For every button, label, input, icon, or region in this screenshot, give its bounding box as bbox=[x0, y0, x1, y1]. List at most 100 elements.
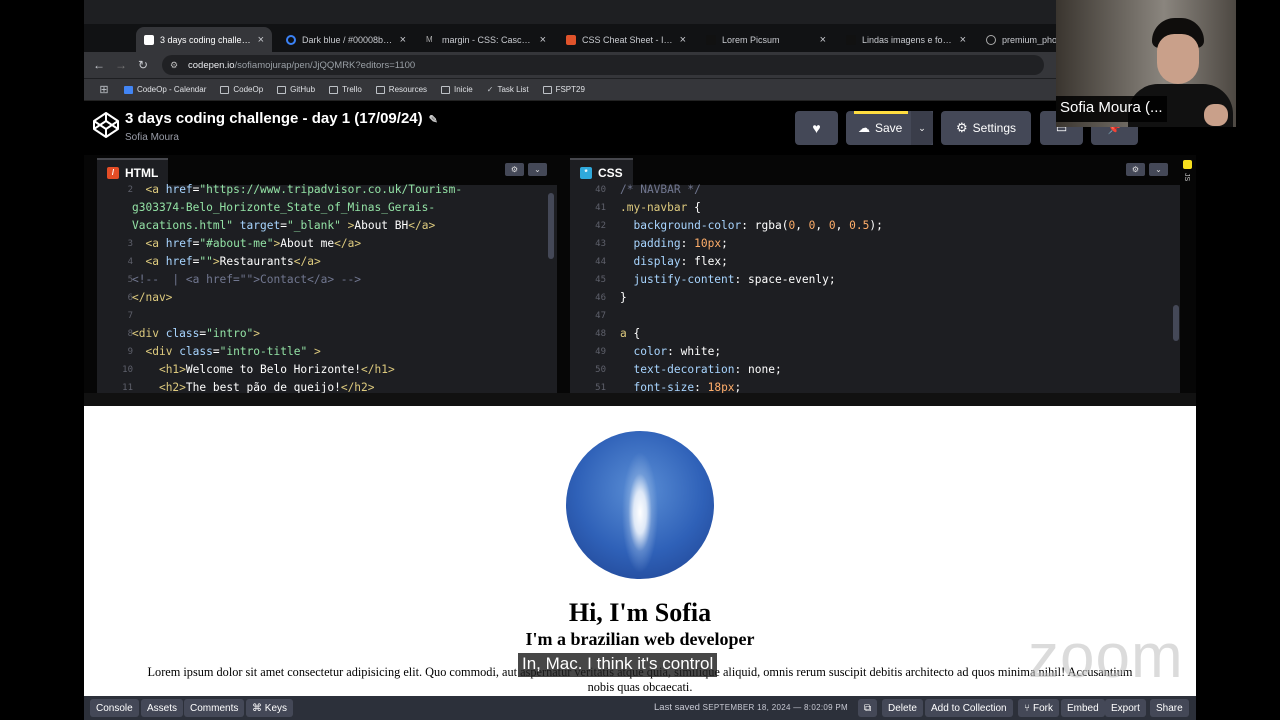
site-info-icon[interactable]: ⚙ bbox=[170, 60, 180, 70]
bookmark-codeop-calendar[interactable]: CodeOp - Calendar bbox=[124, 85, 206, 94]
edit-pencil-icon[interactable]: ✎ bbox=[429, 114, 438, 126]
bookmark-trello[interactable]: Trello bbox=[329, 85, 362, 94]
html-code[interactable]: 2 <a href="https://www.tripadvisor.co.uk… bbox=[97, 183, 557, 393]
participant-name: Sofia Moura (... bbox=[1056, 96, 1167, 122]
bookmark-label: CodeOp bbox=[233, 85, 264, 94]
codepen-logo-icon[interactable] bbox=[92, 111, 120, 139]
pen-author[interactable]: Sofia Moura bbox=[125, 132, 179, 143]
html5-favicon-icon bbox=[566, 34, 576, 45]
gear-icon[interactable]: ⚙ bbox=[505, 163, 524, 176]
mdn-favicon-icon: M bbox=[426, 34, 433, 44]
last-saved-time: SEPTEMBER 18, 2024 — 8:02:09 PM bbox=[702, 703, 848, 712]
close-icon[interactable]: × bbox=[820, 34, 826, 46]
bookmark-label: CodeOp - Calendar bbox=[137, 85, 207, 94]
browser-window: 3 days coding challenge - × Dark blue / … bbox=[84, 0, 1196, 720]
tab-mdn-margin[interactable]: M margin - CSS: Cascading × bbox=[418, 27, 554, 52]
tab-label: 3 days coding challenge - bbox=[160, 34, 252, 45]
fork-icon: ⑂ bbox=[1024, 702, 1030, 714]
assets-button[interactable]: Assets bbox=[141, 699, 184, 717]
tab-lorem-picsum[interactable]: Lorem Picsum × bbox=[698, 27, 834, 52]
css-scrollbar[interactable] bbox=[1173, 305, 1179, 341]
heart-icon: ♥ bbox=[812, 120, 821, 136]
unsplash-favicon-icon bbox=[846, 34, 856, 45]
console-button[interactable]: Console bbox=[90, 699, 139, 717]
code-line: display: flex; bbox=[633, 255, 728, 268]
line-number: 50 bbox=[595, 365, 606, 375]
line-number: 41 bbox=[595, 203, 606, 213]
screen: 3 days coding challenge - × Dark blue / … bbox=[0, 0, 1280, 720]
back-icon[interactable]: ← bbox=[88, 58, 110, 72]
bookmark-inicie[interactable]: Inicie bbox=[441, 85, 473, 94]
editor-preview-resizer[interactable] bbox=[84, 393, 1196, 406]
close-icon[interactable]: × bbox=[400, 34, 406, 46]
css-tab-label: CSS bbox=[598, 165, 623, 180]
code-line: .my-navbar { bbox=[620, 201, 701, 214]
delete-button[interactable]: Delete bbox=[882, 699, 923, 717]
bookmark-fspt29[interactable]: FSPT29 bbox=[542, 85, 585, 94]
tab-css-cheat-sheet[interactable]: CSS Cheat Sheet - Intera × bbox=[558, 27, 694, 52]
settings-button[interactable]: ⚙ Settings bbox=[941, 111, 1031, 145]
line-number: 6 bbox=[127, 293, 133, 303]
heart-button[interactable]: ♥ bbox=[795, 111, 838, 145]
tab-codepen[interactable]: 3 days coding challenge - × bbox=[136, 27, 272, 52]
open-external-button[interactable]: ⧉ bbox=[858, 699, 878, 717]
fork-label: Fork bbox=[1033, 702, 1053, 714]
chevron-down-icon[interactable]: ⌄ bbox=[1149, 163, 1168, 176]
line-number: 4 bbox=[127, 257, 133, 267]
css-pane-tools: ⚙ ⌄ bbox=[1126, 163, 1168, 176]
html-pane-tools: ⚙ ⌄ bbox=[505, 163, 547, 176]
fork-button[interactable]: ⑂ Fork bbox=[1018, 699, 1059, 717]
keys-button[interactable]: ⌘ Keys bbox=[246, 699, 294, 717]
css-code[interactable]: 40 /* NAVBAR */ 41 .my-navbar { 42 backg… bbox=[570, 183, 1182, 393]
codepen-favicon-icon bbox=[144, 34, 154, 45]
line-number: 40 bbox=[595, 185, 606, 195]
tab-strip: 3 days coding challenge - × Dark blue / … bbox=[84, 24, 1196, 52]
bookmark-resources[interactable]: Resources bbox=[375, 85, 427, 94]
bookmark-label: Task List bbox=[497, 85, 529, 94]
forward-icon[interactable]: → bbox=[110, 58, 132, 72]
bookmark-codeop[interactable]: CodeOp bbox=[220, 85, 263, 94]
add-to-collection-button[interactable]: Add to Collection bbox=[925, 699, 1013, 717]
tab-dark-blue[interactable]: Dark blue / #00008b hex × bbox=[278, 27, 414, 52]
bookmark-label: Inicie bbox=[454, 85, 473, 94]
close-icon[interactable]: × bbox=[680, 34, 686, 46]
js-pane-collapsed[interactable]: JS bbox=[1180, 155, 1196, 393]
zoom-participant-video[interactable]: Sofia Moura (... bbox=[1056, 0, 1236, 127]
apps-grid-icon[interactable]: ⊞ bbox=[84, 83, 124, 96]
external-link-icon: ⧉ bbox=[864, 702, 872, 714]
tab-label: Dark blue / #00008b hex bbox=[302, 34, 394, 45]
comments-button[interactable]: Comments bbox=[184, 699, 245, 717]
bookmarks-bar: ⊞ CodeOp - Calendar CodeOp GitHub Trello… bbox=[84, 79, 1196, 101]
export-button[interactable]: Export bbox=[1105, 699, 1146, 717]
tab-lindas-imagens[interactable]: Lindas imagens e fotos g × bbox=[838, 27, 974, 52]
reload-icon[interactable]: ↻ bbox=[132, 58, 154, 72]
bookmark-task-list[interactable]: ✓ Task List bbox=[487, 85, 529, 94]
line-number: 43 bbox=[595, 239, 606, 249]
pen-title[interactable]: 3 days coding challenge - day 1 (17/09/2… bbox=[125, 110, 438, 127]
close-icon[interactable]: × bbox=[258, 34, 264, 46]
code-line: } bbox=[620, 291, 627, 304]
save-options-button[interactable]: ⌄ bbox=[911, 111, 933, 145]
gear-icon[interactable]: ⚙ bbox=[1126, 163, 1145, 176]
line-number: 44 bbox=[595, 257, 606, 267]
bookmark-label: GitHub bbox=[290, 85, 316, 94]
folder-icon bbox=[329, 85, 339, 94]
chevron-down-icon[interactable]: ⌄ bbox=[528, 163, 547, 176]
gear-icon: ⚙ bbox=[955, 120, 968, 135]
address-bar[interactable]: ⚙ codepen.io/sofiamojurap/pen/JjQQMRK?ed… bbox=[162, 55, 1044, 75]
last-saved-prefix: Last saved bbox=[654, 702, 700, 713]
folder-icon bbox=[375, 85, 385, 94]
share-button[interactable]: Share bbox=[1150, 699, 1189, 717]
html-scrollbar[interactable] bbox=[548, 193, 554, 259]
bookmark-github[interactable]: GitHub bbox=[277, 85, 315, 94]
line-number: 11 bbox=[122, 383, 133, 393]
calendar-icon bbox=[124, 85, 133, 94]
close-icon[interactable]: × bbox=[540, 34, 546, 46]
line-number: 48 bbox=[595, 329, 606, 339]
code-line: padding: 10px; bbox=[633, 237, 728, 250]
close-icon[interactable]: × bbox=[960, 34, 966, 46]
pen-title-text: 3 days coding challenge - day 1 (17/09/2… bbox=[125, 110, 423, 127]
embed-button[interactable]: Embed bbox=[1061, 699, 1105, 717]
css-editor-pane: * CSS ⚙ ⌄ 40 /* NAVBAR */ 41 .my-navbar … bbox=[570, 155, 1182, 393]
line-number: 5 bbox=[127, 275, 133, 285]
